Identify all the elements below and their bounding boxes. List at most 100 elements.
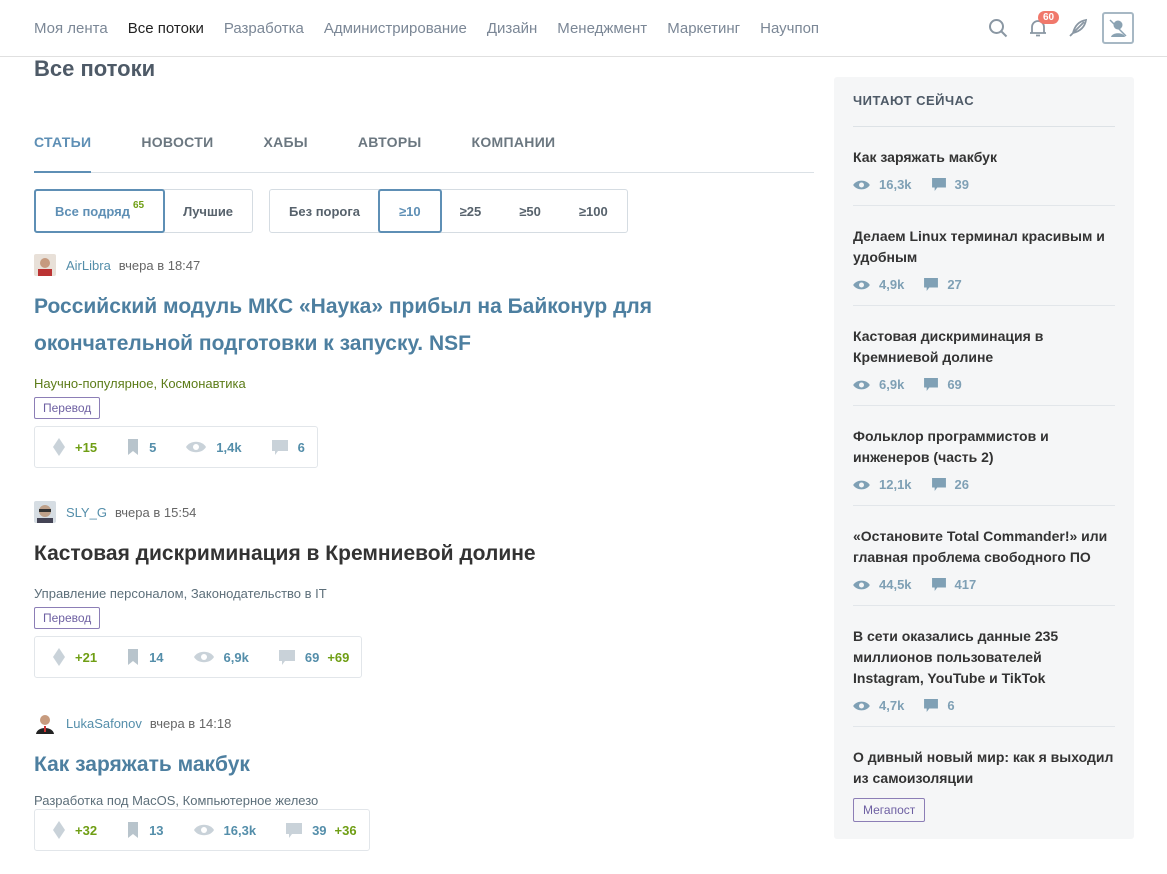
reading-now-sidebar: ЧИТАЮТ СЕЙЧАС Как заряжать макбук 16,3k …	[834, 77, 1134, 839]
translation-tag[interactable]: Перевод	[34, 607, 101, 629]
tab-hubs[interactable]: ХАБЫ	[263, 134, 307, 173]
hub-link[interactable]: Научно-популярное,	[34, 376, 157, 391]
comment-icon	[278, 649, 295, 665]
post-title[interactable]: Как заряжать макбук	[34, 746, 794, 783]
author-avatar[interactable]	[34, 712, 56, 734]
bookmarks[interactable]: 13	[127, 822, 164, 838]
nav-item-design[interactable]: Дизайн	[487, 20, 537, 37]
sidebar-post: Делаем Linux терминал красивым и удобным…	[853, 206, 1115, 306]
hub-link[interactable]: Компьютерное железо	[183, 793, 319, 808]
user-avatar-button[interactable]	[1102, 12, 1134, 44]
search-button[interactable]	[982, 12, 1014, 44]
comments-count[interactable]: 39	[955, 177, 969, 192]
comments-count[interactable]: 69	[947, 377, 961, 392]
sidebar-post-title[interactable]: Как заряжать макбук	[853, 147, 1115, 168]
sidebar-post-title[interactable]: Делаем Linux терминал красивым и удобным	[853, 226, 1115, 268]
nav-item-all-flows[interactable]: Все потоки	[128, 20, 204, 37]
tab-companies[interactable]: КОМПАНИИ	[472, 134, 556, 173]
write-post-button[interactable]	[1062, 12, 1094, 44]
sidebar-post: Как заряжать макбук 16,3k 39	[853, 127, 1115, 206]
comment-icon	[271, 439, 288, 455]
nav-item-management[interactable]: Менеджмент	[557, 20, 647, 37]
author-link[interactable]: LukaSafonov	[66, 716, 142, 731]
post-stats: +32 13 16,3k 39 +36	[34, 809, 370, 851]
bookmarks[interactable]: 14	[127, 649, 164, 665]
comments-count[interactable]: 26	[955, 477, 969, 492]
notifications-button[interactable]: 60	[1022, 11, 1060, 44]
eye-icon	[186, 441, 207, 453]
comments-count[interactable]: 417	[955, 577, 977, 592]
tab-articles[interactable]: СТАТЬИ	[34, 134, 92, 173]
bookmarks[interactable]: 5	[127, 439, 156, 455]
post-meta: AirLibra вчера в 18:47	[34, 254, 794, 276]
threshold-50-button[interactable]: ≥50	[500, 190, 560, 232]
nav-item-administration[interactable]: Администрирование	[324, 20, 467, 37]
nav-item-marketing[interactable]: Маркетинг	[667, 20, 740, 37]
author-avatar[interactable]	[34, 501, 56, 523]
rating-icon	[53, 438, 65, 456]
views-count: 6,9k	[223, 649, 249, 665]
sidebar-post-title[interactable]: Кастовая дискриминация в Кремниевой доли…	[853, 326, 1115, 368]
threshold-10-button[interactable]: ≥10	[378, 189, 442, 233]
views: 6,9k	[193, 649, 249, 665]
author-link[interactable]: SLY_G	[66, 505, 107, 520]
post-title[interactable]: Кастовая дискриминация в Кремниевой доли…	[34, 535, 794, 572]
tab-authors[interactable]: АВТОРЫ	[358, 134, 422, 173]
hub-link[interactable]: Космонавтика	[161, 376, 246, 391]
eye-icon	[853, 380, 870, 389]
author-link[interactable]: AirLibra	[66, 258, 111, 273]
filter-all-button[interactable]: Все подряд 65	[34, 189, 166, 233]
translation-tag[interactable]: Перевод	[34, 397, 101, 419]
rating-icon	[53, 821, 65, 839]
views-count: 6,9k	[879, 377, 905, 392]
post-meta: SLY_G вчера в 15:54	[34, 501, 794, 523]
comments[interactable]: 69 +69	[278, 649, 350, 665]
rating-value: +21	[75, 649, 98, 665]
sidebar-post-title[interactable]: О дивный новый мир: как я выходил из сам…	[853, 747, 1115, 789]
filters: Все подряд 65 Лучшие Без порога ≥10 ≥25 …	[34, 189, 644, 233]
hub-link[interactable]: Законодательство в IT	[191, 586, 327, 601]
comments-count: 69	[304, 649, 320, 665]
post-stats: +21 14 6,9k 69 +69	[34, 636, 363, 678]
hub-link[interactable]: Разработка под MacOS,	[34, 793, 179, 808]
nav-item-development[interactable]: Разработка	[224, 20, 304, 37]
eye-icon	[193, 651, 214, 663]
sidebar-post-title[interactable]: «Остановите Total Commander!» или главна…	[853, 526, 1115, 568]
nav-item-popsci[interactable]: Научпоп	[760, 20, 819, 37]
threshold-none-button[interactable]: Без порога	[270, 190, 379, 232]
sidebar-post: В сети оказались данные 235 миллионов по…	[853, 606, 1115, 727]
tab-news[interactable]: НОВОСТИ	[141, 134, 213, 173]
rating[interactable]: +15	[53, 438, 97, 456]
megapost-badge[interactable]: Мегапост	[853, 798, 926, 822]
rating[interactable]: +32	[53, 821, 97, 839]
bookmarks-count: 5	[149, 439, 157, 455]
threshold-25-button[interactable]: ≥25	[441, 190, 501, 232]
sidebar-post-stats: 16,3k 39	[853, 177, 1115, 192]
author-avatar[interactable]	[34, 254, 56, 276]
post-card: AirLibra вчера в 18:47 Российский модуль…	[34, 254, 794, 468]
comments-count[interactable]: 27	[947, 277, 961, 292]
post-card: LukaSafonov вчера в 14:18 Как заряжать м…	[34, 712, 794, 851]
sidebar-post-title[interactable]: В сети оказались данные 235 миллионов по…	[853, 626, 1115, 689]
comment-icon	[931, 578, 946, 591]
new-comments-count: +69	[327, 649, 350, 665]
post-time: вчера в 18:47	[118, 257, 201, 273]
rating[interactable]: +21	[53, 648, 97, 666]
content-tabs: СТАТЬИ НОВОСТИ ХАБЫ АВТОРЫ КОМПАНИИ	[34, 134, 814, 173]
post-title[interactable]: Российский модуль МКС «Наука» прибыл на …	[34, 288, 794, 362]
rating-value: +15	[75, 439, 98, 455]
comments-count[interactable]: 6	[947, 698, 954, 713]
comments[interactable]: 39 +36	[286, 822, 357, 838]
sidebar-post: Фольклор программистов и инженеров (част…	[853, 406, 1115, 506]
sidebar-post-title[interactable]: Фольклор программистов и инженеров (част…	[853, 426, 1115, 468]
nav-item-feed[interactable]: Моя лента	[34, 20, 108, 37]
bookmark-icon	[128, 822, 139, 838]
post-hubs: Управление персоналом, Законодательство …	[34, 586, 794, 601]
sidebar-title: ЧИТАЮТ СЕЙЧАС	[853, 77, 1115, 127]
comment-icon	[924, 699, 939, 712]
comments[interactable]: 6	[271, 439, 305, 455]
filter-best-button[interactable]: Лучшие	[164, 190, 252, 232]
hub-link[interactable]: Управление персоналом,	[34, 586, 187, 601]
post-card: SLY_G вчера в 15:54 Кастовая дискриминац…	[34, 501, 794, 678]
threshold-100-button[interactable]: ≥100	[560, 190, 627, 232]
